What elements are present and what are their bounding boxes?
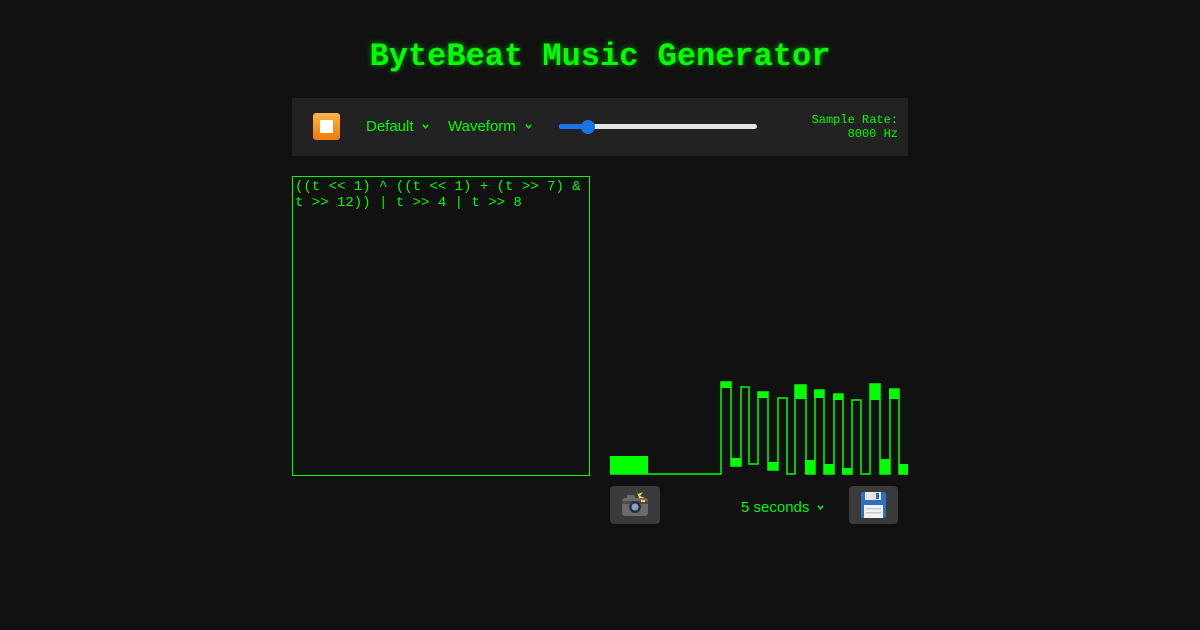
preset-select[interactable]: Default [366,117,434,137]
stop-button[interactable] [313,113,340,140]
sample-rate-label: Sample Rate: [811,113,898,127]
snapshot-button[interactable] [610,486,660,524]
save-button[interactable] [849,486,898,524]
waveform-display [610,381,908,475]
chevron-down-icon [817,505,824,510]
duration-select[interactable]: 5 seconds [741,498,827,518]
toolbar: Default Waveform Sample Rate: 8000 Hz [292,98,908,156]
sample-rate-display: Sample Rate: 8000 Hz [812,113,898,141]
stop-icon [320,120,333,133]
waveform-fill [610,382,908,474]
page-title: ByteBeat Music Generator [369,38,831,75]
chevron-down-icon [525,124,532,129]
slider-thumb[interactable] [581,120,595,134]
camera-flash-icon [622,489,648,516]
volume-slider[interactable] [559,120,757,134]
sample-rate-value: 8000 Hz [847,127,898,141]
chevron-down-icon [422,124,429,129]
view-select[interactable]: Waveform [448,117,538,137]
floppy-disk-icon [861,492,886,518]
code-editor[interactable] [292,176,590,476]
duration-select-value: 5 seconds [741,499,810,516]
preset-select-value: Default [366,118,414,135]
view-select-value: Waveform [448,118,516,135]
